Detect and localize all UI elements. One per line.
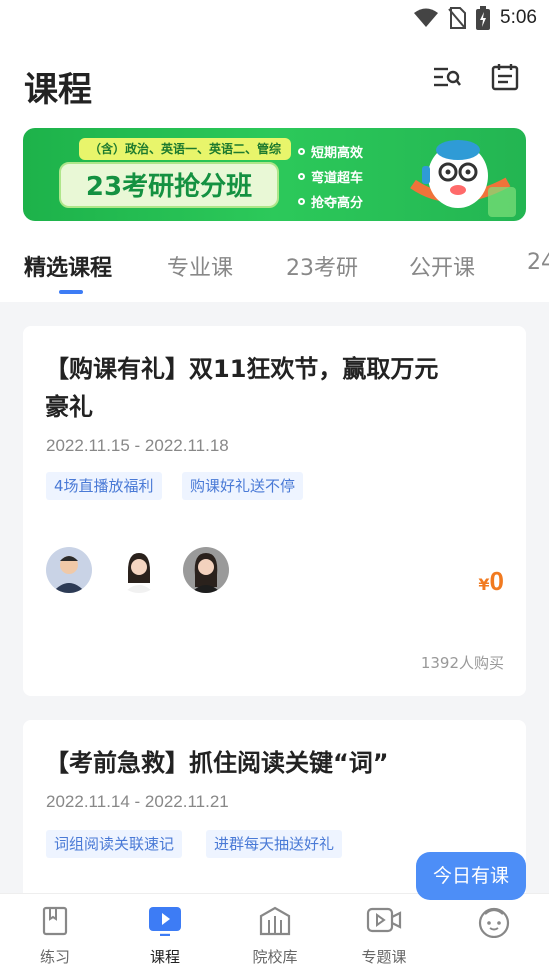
play-icon: [149, 907, 181, 937]
wifi-icon: [414, 8, 439, 27]
tab-23-exam[interactable]: 23考研: [286, 250, 358, 282]
page-title: 课程: [24, 70, 92, 110]
battery-icon: [476, 6, 491, 30]
face-icon: [478, 907, 510, 939]
teacher-avatar: [46, 547, 92, 593]
nav-topics[interactable]: 专题课: [334, 906, 434, 967]
no-sim-icon: [448, 7, 467, 29]
bottom-nav: 练习 课程 院校库 专题课: [0, 893, 549, 976]
banner-point: 抢夺高分: [298, 192, 363, 211]
banner-point: 短期高效: [298, 142, 363, 161]
course-tag: 词组阅读关联速记: [46, 830, 183, 858]
today-courses-button[interactable]: 今日有课: [416, 852, 526, 900]
tab-featured[interactable]: 精选课程: [24, 250, 112, 282]
nav-practice[interactable]: 练习: [5, 906, 105, 967]
course-tag: 4场直播放福利: [46, 472, 162, 500]
tab-public[interactable]: 公开课: [409, 250, 475, 282]
nav-courses[interactable]: 课程: [115, 906, 215, 967]
building-icon: [259, 906, 291, 936]
status-bar: 5:06: [0, 0, 549, 38]
course-tag: 进群每天抽送好礼: [206, 830, 343, 858]
promo-banner[interactable]: （含）政治、英语一、英语二、管综 23考研抢分班 短期高效 弯道超车 抢夺高分: [23, 128, 526, 221]
search-list-icon[interactable]: [432, 62, 462, 92]
buyer-count: 1392人购买: [420, 654, 504, 672]
course-price: ¥0: [478, 566, 504, 596]
nav-label: 专题课: [361, 948, 407, 966]
course-date: 2022.11.14 - 2022.11.21: [46, 792, 229, 811]
tab-major[interactable]: 专业课: [167, 250, 233, 282]
tab-24[interactable]: 24: [527, 250, 549, 275]
mascot-illustration: [410, 140, 516, 217]
course-card[interactable]: 【购课有礼】双11狂欢节，赢取万元 豪礼 2022.11.15 - 2022.1…: [23, 326, 526, 696]
nav-label: 练习: [39, 948, 70, 966]
video-icon: [366, 907, 402, 933]
calendar-icon[interactable]: [490, 62, 520, 92]
course-title: 【考前急救】抓住阅读关键“词”: [45, 749, 389, 777]
status-time: 5:06: [500, 7, 537, 28]
nav-profile[interactable]: [444, 906, 544, 948]
header: 课程 （含）政治、英语一、英语二、管综 23考研抢分班 短期高效 弯道超车 抢夺…: [0, 38, 549, 302]
course-title: 【购课有礼】双11狂欢节，赢取万元 豪礼: [45, 355, 439, 421]
banner-title: 23考研抢分班: [59, 162, 279, 208]
course-tag: 购课好礼送不停: [182, 472, 304, 500]
teacher-avatar: [116, 547, 162, 593]
tab-bar: 精选课程 专业课 23考研 公开课 24: [0, 246, 549, 302]
teacher-avatar: [183, 547, 229, 593]
course-date: 2022.11.15 - 2022.11.18: [46, 436, 229, 455]
banner-point: 弯道超车: [298, 167, 363, 186]
nav-schools[interactable]: 院校库: [225, 906, 325, 967]
book-icon: [42, 906, 68, 936]
tab-indicator: [59, 290, 83, 294]
nav-label: 课程: [149, 948, 180, 966]
nav-label: 院校库: [252, 948, 298, 966]
banner-subjects: （含）政治、英语一、英语二、管综: [79, 138, 292, 160]
status-icons: 5:06: [414, 6, 537, 30]
banner-points: 短期高效 弯道超车 抢夺高分: [298, 142, 363, 211]
